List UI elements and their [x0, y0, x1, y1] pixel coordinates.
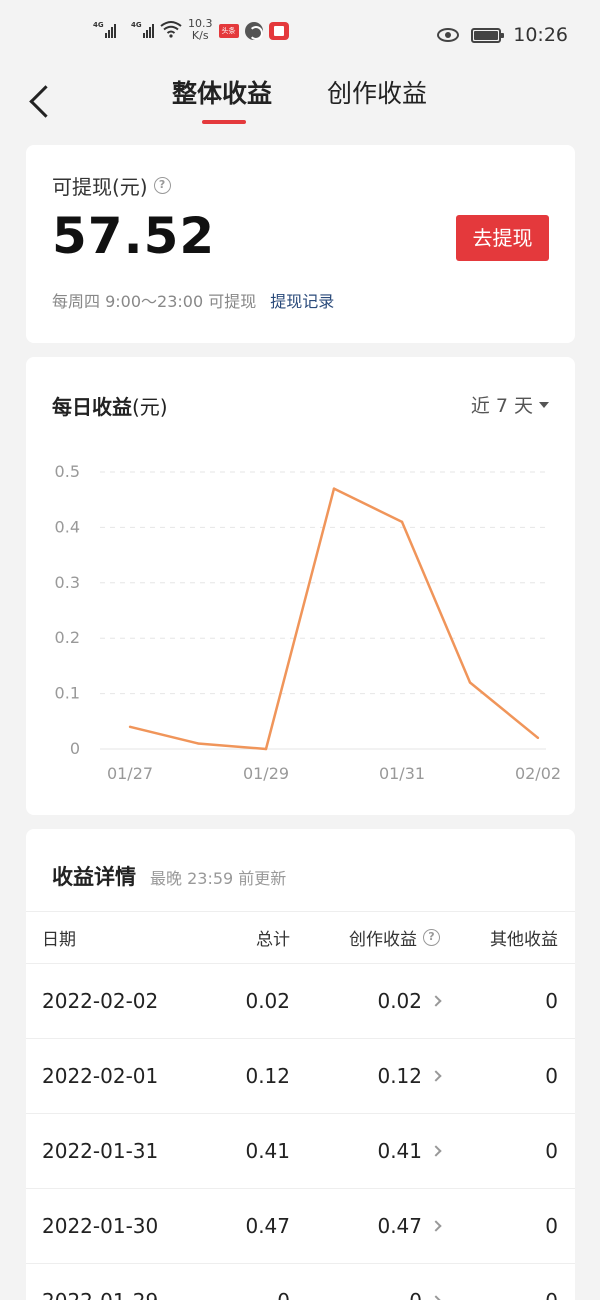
data-point	[332, 487, 336, 490]
row-creation[interactable]: 0.12	[377, 1039, 442, 1113]
col-header-other: 其他收益	[490, 930, 558, 950]
back-button[interactable]	[26, 80, 56, 120]
withdraw-note-row: 每周四 9:00～23:00 可提现 提现记录	[52, 288, 334, 312]
row-date: 2022-01-30	[42, 1214, 159, 1238]
toutiao-app-icon: 头条	[218, 24, 239, 38]
col-header-date: 日期	[42, 930, 76, 950]
row-date: 2022-02-02	[42, 989, 159, 1013]
x-tick-label: 01/31	[379, 764, 425, 783]
signal-icon: 4G	[84, 20, 116, 38]
row-date: 2022-01-31	[42, 1139, 159, 1163]
table-row[interactable]: 2022-01-31 0.41 0.41 0	[26, 1113, 575, 1188]
status-bar-left: 4G 4G 10.3 K/s 头条	[84, 18, 289, 42]
row-total: 0	[277, 1264, 290, 1300]
book-app-icon	[268, 22, 289, 40]
col-header-total: 总计	[256, 930, 290, 950]
withdraw-card: 可提现(元) ? 57.52 去提现 每周四 9:00～23:00 可提现 提现…	[26, 145, 575, 343]
table-row[interactable]: 2022-02-01 0.12 0.12 0	[26, 1038, 575, 1113]
table-row[interactable]: 2022-02-02 0.02 0.02 0	[26, 963, 575, 1038]
status-bar: 4G 4G 10.3 K/s 头条 10:26	[0, 0, 600, 70]
wifi-icon	[160, 21, 182, 38]
network-speed: 10.3 K/s	[188, 18, 213, 42]
chevron-right-icon	[430, 1295, 442, 1300]
data-point	[264, 747, 268, 751]
chevron-right-icon	[430, 995, 442, 1007]
details-title: 收益详情	[52, 865, 136, 889]
y-tick-label: 0.3	[55, 573, 80, 592]
active-tab-indicator	[202, 120, 246, 124]
row-creation-value: 0.02	[377, 989, 422, 1013]
details-table: 日期 总计 创作收益? 其他收益 2022-02-02 0.02 0.02 0 2022…	[26, 911, 575, 1300]
status-bar-right: 10:26	[437, 24, 568, 46]
header: 整体收益 创作收益	[0, 70, 600, 130]
row-creation-value: 0.12	[377, 1064, 422, 1088]
row-other: 0	[545, 989, 558, 1013]
withdraw-schedule-note: 每周四 9:00～23:00 可提现	[52, 292, 257, 311]
help-icon[interactable]: ?	[153, 177, 171, 194]
table-row[interactable]: 2022-01-29 0 0 0	[26, 1263, 575, 1300]
daily-earnings-chart: 0 0.1 0.2 0.3 0.4 0.5 01/27 01/29 01/31 02/02	[55, 462, 562, 783]
y-tick-label: 0.4	[55, 517, 80, 536]
battery-icon	[471, 27, 505, 43]
x-tick-label: 01/27	[107, 764, 153, 783]
withdraw-record-link[interactable]: 提现记录	[270, 288, 334, 312]
earnings-details-card: 收益详情 最晚 23:59 前更新 日期 总计 创作收益? 其他收益 2022-…	[26, 829, 575, 1300]
y-tick-label: 0.5	[55, 462, 80, 481]
data-point	[400, 520, 404, 524]
data-point	[128, 725, 132, 729]
row-creation[interactable]: 0.02	[377, 964, 442, 1038]
withdraw-button[interactable]: 去提现	[456, 215, 549, 261]
help-icon[interactable]: ?	[423, 929, 440, 946]
row-date: 2022-02-01	[42, 1064, 159, 1088]
x-tick-label: 01/29	[243, 764, 289, 783]
signal-icon: 4G	[122, 20, 154, 38]
row-creation[interactable]: 0.41	[377, 1114, 442, 1188]
withdrawable-label: 可提现(元)	[52, 175, 148, 199]
withdrawable-label-row: 可提现(元) ?	[52, 171, 171, 200]
eye-icon	[437, 28, 460, 42]
withdrawable-amount: 57.52	[52, 207, 216, 265]
row-total: 0.41	[245, 1139, 290, 1163]
tab-overall-earnings[interactable]: 整体收益	[172, 74, 272, 110]
row-creation[interactable]: 0.47	[377, 1189, 442, 1263]
row-total: 0.47	[245, 1214, 290, 1238]
details-header: 收益详情 最晚 23:59 前更新	[52, 861, 286, 891]
row-total: 0.12	[245, 1064, 290, 1088]
row-date: 2022-01-29	[42, 1264, 158, 1300]
chevron-right-icon	[430, 1070, 442, 1082]
chevron-right-icon	[430, 1145, 442, 1157]
network-type-label: 4G	[131, 21, 142, 29]
row-other: 0	[545, 1264, 558, 1300]
col-header-creation-label: 创作收益	[349, 930, 417, 950]
y-tick-label: 0	[70, 739, 80, 758]
y-tick-label: 0.2	[55, 628, 80, 647]
row-other: 0	[545, 1139, 558, 1163]
chevron-right-icon	[430, 1220, 442, 1232]
row-other: 0	[545, 1064, 558, 1088]
data-point	[196, 742, 200, 745]
daily-earnings-card: 每日收益(元) 近 7 天 0 0.1 0.2 0.3 0.4 0.5 01/27 01/29…	[26, 357, 575, 815]
row-other: 0	[545, 1214, 558, 1238]
tab-creation-earnings[interactable]: 创作收益	[327, 74, 427, 110]
details-subtitle: 最晚 23:59 前更新	[150, 869, 287, 888]
y-tick-label: 0.1	[55, 684, 80, 703]
col-header-creation: 创作收益?	[349, 912, 440, 963]
row-creation[interactable]: 0	[409, 1264, 442, 1300]
app-notification-icon	[244, 22, 263, 40]
row-creation-value: 0.47	[377, 1214, 422, 1238]
clock: 10:26	[513, 24, 568, 46]
network-type-label: 4G	[93, 21, 104, 29]
row-total: 0.02	[245, 989, 290, 1013]
x-tick-label: 02/02	[515, 764, 561, 783]
data-point	[536, 736, 540, 740]
table-header-row: 日期 总计 创作收益? 其他收益	[26, 911, 575, 963]
row-creation-value: 0.41	[377, 1139, 422, 1163]
row-creation-value: 0	[409, 1289, 422, 1300]
data-point	[468, 681, 472, 684]
table-row[interactable]: 2022-01-30 0.47 0.47 0	[26, 1188, 575, 1263]
speed-unit: K/s	[191, 29, 209, 42]
